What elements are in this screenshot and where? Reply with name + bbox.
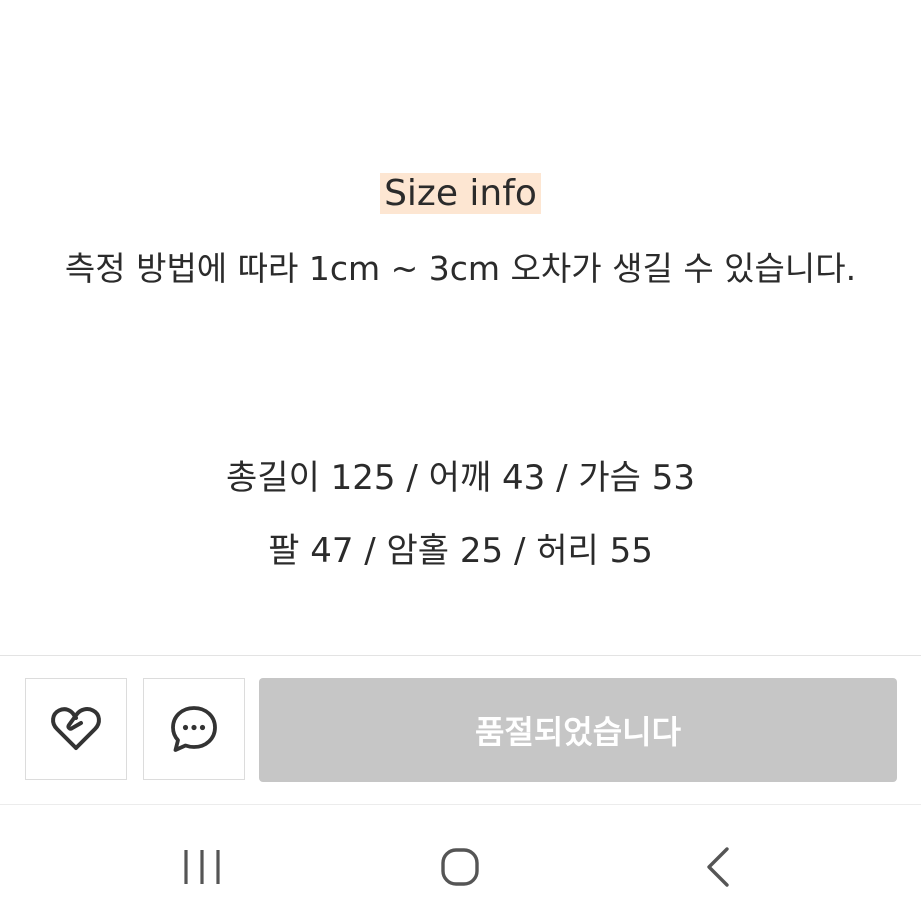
home-icon (441, 848, 479, 886)
chat-bubble-icon (171, 706, 217, 752)
like-button[interactable] (25, 678, 127, 780)
back-icon (707, 847, 729, 887)
chat-button[interactable] (143, 678, 245, 780)
home-button[interactable] (436, 843, 484, 891)
recent-apps-button[interactable] (178, 843, 226, 891)
recent-apps-icon (184, 850, 220, 884)
back-button[interactable] (695, 843, 743, 891)
measurement-line-1: 총길이 125 / 어깨 43 / 가슴 53 (226, 458, 695, 498)
measurement-line-2: 팔 47 / 암홀 25 / 허리 55 (268, 531, 653, 571)
system-navigation-bar (0, 804, 921, 921)
sold-out-button[interactable]: 품절되었습니다 (259, 678, 897, 782)
size-info-heading: Size info (0, 170, 921, 218)
measurement-notice: 측정 방법에 따라 1cm ~ 3cm 오차가 생길 수 있습니다. (64, 249, 857, 288)
heart-icon (51, 707, 101, 750)
purchase-action-bar: 품절되었습니다 (0, 656, 921, 804)
size-info-title-text: Size info (380, 173, 541, 214)
product-description: Size info 측정 방법에 따라 1cm ~ 3cm 오차가 생길 수 있… (0, 0, 921, 655)
product-detail-page: Size info 측정 방법에 따라 1cm ~ 3cm 오차가 생길 수 있… (0, 0, 921, 921)
